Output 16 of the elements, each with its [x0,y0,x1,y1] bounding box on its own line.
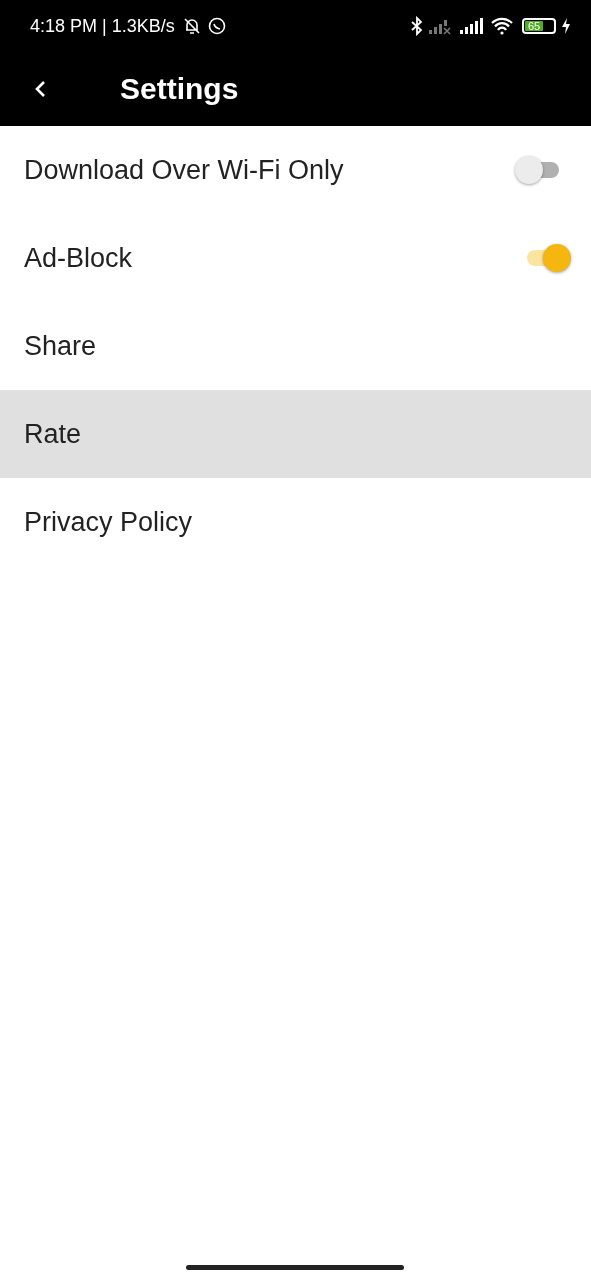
settings-item[interactable]: Share [0,302,591,390]
settings-item[interactable]: Download Over Wi-Fi Only [0,126,591,214]
network-speed: | 1.3KB/s [102,15,175,37]
charging-icon [561,18,571,34]
wifi-icon [491,17,513,35]
signal-icon [460,17,486,35]
bluetooth-icon [410,16,424,36]
muted-bell-icon [181,16,202,36]
settings-item[interactable]: Ad-Block [0,214,591,302]
back-icon [34,79,48,99]
status-time: 4:18 PM [30,15,98,37]
settings-item[interactable]: Rate [0,390,591,478]
chat-icon [206,16,227,36]
page-title: Settings [120,72,239,106]
battery-level: 65 [525,21,544,31]
settings-item[interactable]: Privacy Policy [0,478,591,566]
